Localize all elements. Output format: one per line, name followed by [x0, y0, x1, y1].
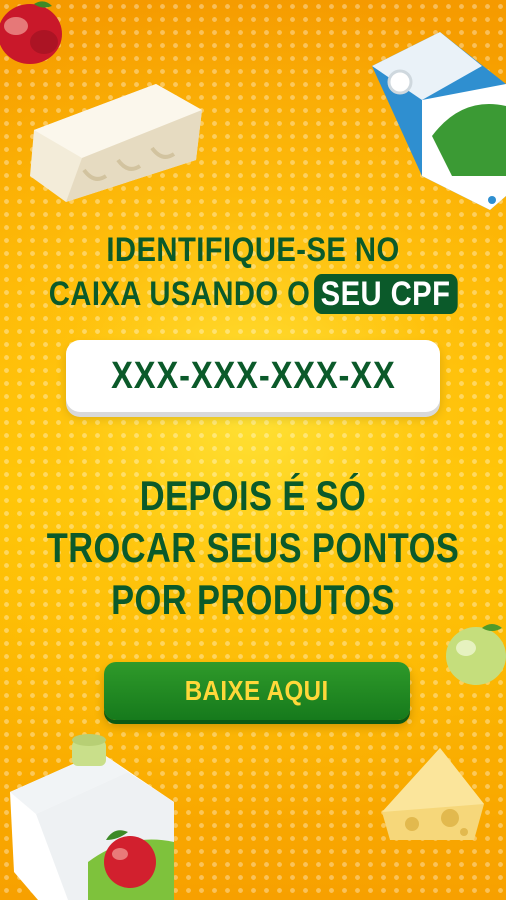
subheadline: DEPOIS É SÓ TROCAR SEUS PONTOS POR PRODU…: [0, 470, 506, 626]
milk-carton-icon: [372, 32, 506, 210]
subhead-line-1: DEPOIS É SÓ: [139, 472, 367, 519]
download-button-label: BAIXE AQUI: [185, 675, 329, 706]
download-button[interactable]: BAIXE AQUI: [104, 662, 410, 720]
subhead-line-3: POR PRODUTOS: [111, 576, 395, 623]
headline-line-1: IDENTIFIQUE-SE NO: [106, 231, 400, 269]
apple-icon: [0, 1, 62, 64]
headline-line-2-prefix: CAIXA USANDO O: [48, 275, 311, 313]
subhead-line-2: TROCAR SEUS PONTOS: [46, 524, 460, 571]
headline: IDENTIFIQUE-SE NO CAIXA USANDO O SEU CPF: [0, 228, 506, 316]
cheese-icon: [382, 748, 484, 840]
cpf-display-box: XXX-XXX-XXX-XX: [66, 340, 440, 412]
juice-carton-icon: [10, 734, 174, 900]
tofu-icon: [30, 84, 202, 202]
cpf-highlight-badge: SEU CPF: [313, 274, 458, 314]
headline-line-2: CAIXA USANDO O SEU CPF: [35, 272, 470, 316]
green-apple-icon: [446, 624, 506, 685]
cpf-placeholder-text: XXX-XXX-XXX-XX: [110, 354, 396, 397]
